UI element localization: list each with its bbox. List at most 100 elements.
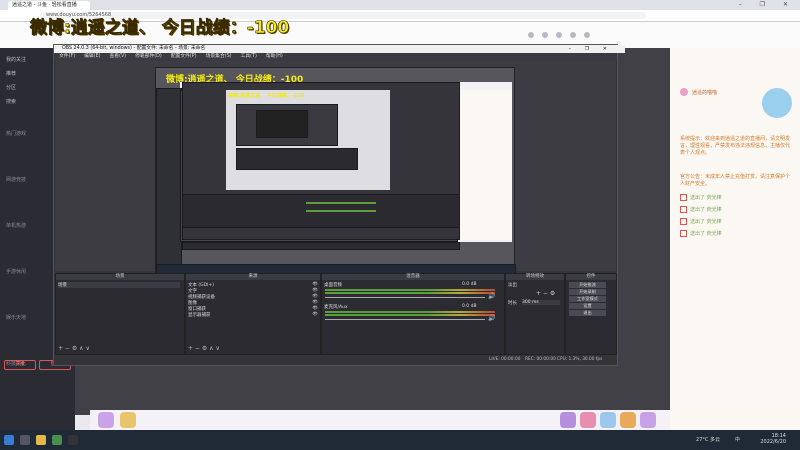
transitions-dock: 转场特效 淡出 + − ⚙ 时长 300 ms: [505, 273, 565, 355]
sidebar-section: 热门游戏: [6, 131, 27, 137]
volume-meter: [325, 289, 495, 291]
search-icon[interactable]: [20, 435, 30, 445]
obs-window-controls[interactable]: – ❐ ✕: [569, 45, 613, 53]
taskbar: 27°C 多云 中 18:14 2022/6/20: [0, 430, 800, 450]
checkbox-icon: [680, 194, 687, 201]
menu-docks[interactable]: 停靠部件(D): [135, 54, 162, 59]
cpu-fps: CPU: 1.3%, 30.00 fps: [557, 357, 603, 362]
nested-meter: [306, 210, 376, 212]
checkbox-icon: [680, 218, 687, 225]
sources-toolbar[interactable]: + − ⚙ ∧ ∨: [188, 345, 220, 352]
checkbox-icon: [680, 206, 687, 213]
tray-lang[interactable]: 中: [735, 436, 740, 443]
gift-icon[interactable]: [600, 412, 616, 428]
chat-message: 系统提示：欢迎来到逍遥之道的直播间，请文明发言，理性观看，严禁发布违法违规信息，…: [680, 136, 791, 156]
chat-gift-row: 送出了 荧光棒: [680, 206, 792, 215]
sources-header: 来源: [186, 274, 320, 280]
duration-label: 时长: [508, 301, 517, 306]
chrome-icon[interactable]: [52, 435, 62, 445]
obs-menu-bar: 文件(F) 编辑(E) 查看(V) 停靠部件(D) 配置文件(P) 场景集合(S) 工具(T…: [54, 53, 617, 61]
studio-mode-button[interactable]: 工作室模式: [569, 296, 606, 302]
transition-type[interactable]: 淡出: [508, 282, 517, 288]
gift-icon[interactable]: [98, 412, 114, 428]
window-controls[interactable]: – ❐ ✕: [739, 0, 796, 10]
download-icon[interactable]: [570, 32, 576, 38]
gift-icon[interactable]: [620, 412, 636, 428]
sidebar-section: 娱乐天地: [6, 315, 27, 321]
history-icon[interactable]: [528, 32, 534, 38]
browser-tab[interactable]: 逍遥之道 - 斗鱼 · 轻松看直播: [8, 1, 90, 10]
clock-date: 2022/6/20: [760, 439, 786, 445]
duration-input[interactable]: 300 ms: [522, 300, 560, 305]
source-item[interactable]: 显示器捕获: [188, 312, 211, 318]
chat-message: 官方公告：未成年人禁止充值打赏，请注意保护个人财产安全。: [680, 174, 791, 187]
go-live-button[interactable]: 开播: [4, 360, 36, 370]
start-streaming-button[interactable]: 开始推流: [569, 282, 606, 288]
mixer-channel-db: 0.0 dB: [462, 282, 477, 287]
anchor-name[interactable]: 逍遥的喵喵: [692, 89, 717, 96]
controls-dock: 控件 开始推流 开始录制 工作室模式 设置 退出: [565, 273, 617, 355]
exit-button[interactable]: 退出: [569, 310, 606, 316]
speaker-icon[interactable]: 🔊: [488, 315, 495, 322]
start-icon[interactable]: [4, 435, 14, 445]
nested-docks-inner: [236, 148, 358, 170]
sidebar-section: 手游休闲: [6, 269, 27, 275]
chat-gift-row: 送出了 荧光棒: [680, 218, 792, 227]
volume-meter: [325, 314, 495, 316]
volume-fader[interactable]: [325, 319, 485, 320]
tray-clock[interactable]: 18:14 2022/6/20: [760, 433, 786, 445]
browser-tab-bar: [0, 0, 800, 10]
audio-mixer-dock: 混音器 桌面音频 0.0 dB 🔊 麦克风/Aux 0.0 dB 🔊: [321, 273, 505, 355]
menu-view[interactable]: 查看(V): [109, 54, 126, 59]
settings-button[interactable]: 设置: [569, 303, 606, 309]
menu-profile[interactable]: 配置文件(P): [171, 54, 197, 59]
obs-preview[interactable]: 微博:逍遥之道、 今日战绩：-100 微博:逍遥之道、 今日战绩：-100: [55, 61, 616, 274]
gift-icon[interactable]: [580, 412, 596, 428]
tray-weather[interactable]: 27°C 多云: [696, 436, 720, 443]
avatar: [680, 88, 688, 96]
menu-scenes[interactable]: 场景集合(S): [206, 54, 232, 59]
menu-file[interactable]: 文件(F): [59, 54, 75, 59]
nested-meter: [306, 202, 376, 204]
mixer-channel-name: 麦克风/Aux: [324, 305, 348, 310]
gift-icon[interactable]: [120, 412, 136, 428]
preview-canvas: 微博:逍遥之道、 今日战绩：-100 微博:逍遥之道、 今日战绩：-100: [155, 67, 516, 274]
sources-dock: 来源 文本 (GDI+) 文字 视频捕获设备 图像 窗口捕获 显示器捕获 👁 👁 👁…: [185, 273, 321, 355]
speaker-icon[interactable]: 🔊: [488, 293, 495, 300]
obs-docks: 场景 场景 + − ⚙ ∧ ∨ 来源 文本 (GDI+) 文字 视频捕获设备 图…: [55, 273, 617, 355]
avatar[interactable]: [584, 32, 590, 38]
nested-chat: [456, 90, 512, 240]
message-icon[interactable]: [556, 32, 562, 38]
explorer-icon[interactable]: [36, 435, 46, 445]
source-visibility-icons[interactable]: 👁 👁 👁 👁 👁 👁: [312, 282, 318, 318]
nested-sidebar: [156, 88, 182, 270]
menu-help[interactable]: 帮助(H): [266, 54, 283, 59]
gift-icon[interactable]: [640, 412, 656, 428]
stream-overlay-title: 微博:逍遥之道、 今日战绩：-100: [30, 18, 290, 39]
transition-toolbar[interactable]: + − ⚙: [536, 290, 555, 297]
start-recording-button[interactable]: 开始录制: [569, 289, 606, 295]
sidebar-item-follow[interactable]: 我的关注: [6, 56, 26, 63]
volume-meter: [325, 292, 495, 294]
nested-statusbar: [182, 242, 460, 250]
transitions-header: 转场特效: [506, 274, 564, 280]
scenes-toolbar[interactable]: + − ⚙ ∧ ∨: [58, 345, 90, 352]
mixer-channel-db: 0.0 dB: [462, 304, 477, 309]
obs-icon[interactable]: [68, 435, 78, 445]
menu-tools[interactable]: 工具(T): [241, 54, 257, 59]
chat-gift-row: 送出了 荧光棒: [680, 194, 792, 203]
sidebar-item-recommend[interactable]: 推荐: [6, 70, 16, 77]
follow-icon[interactable]: [542, 32, 548, 38]
scene-item[interactable]: 场景: [58, 282, 180, 288]
sidebar-item-search[interactable]: 搜索: [6, 98, 16, 105]
checkbox-icon: [680, 230, 687, 237]
mixer-channel-name: 桌面音频: [324, 283, 342, 288]
menu-edit[interactable]: 编辑(E): [84, 54, 100, 59]
gift-icon[interactable]: [560, 412, 576, 428]
header-icons[interactable]: [520, 32, 590, 40]
nested-overlay-title: 微博:逍遥之道、 今日战绩：-100: [228, 93, 305, 99]
scenes-header: 场景: [56, 274, 184, 280]
volume-fader[interactable]: [325, 297, 485, 298]
sidebar-item-category[interactable]: 分区: [6, 84, 16, 91]
nested-preview-inner: [256, 110, 308, 138]
